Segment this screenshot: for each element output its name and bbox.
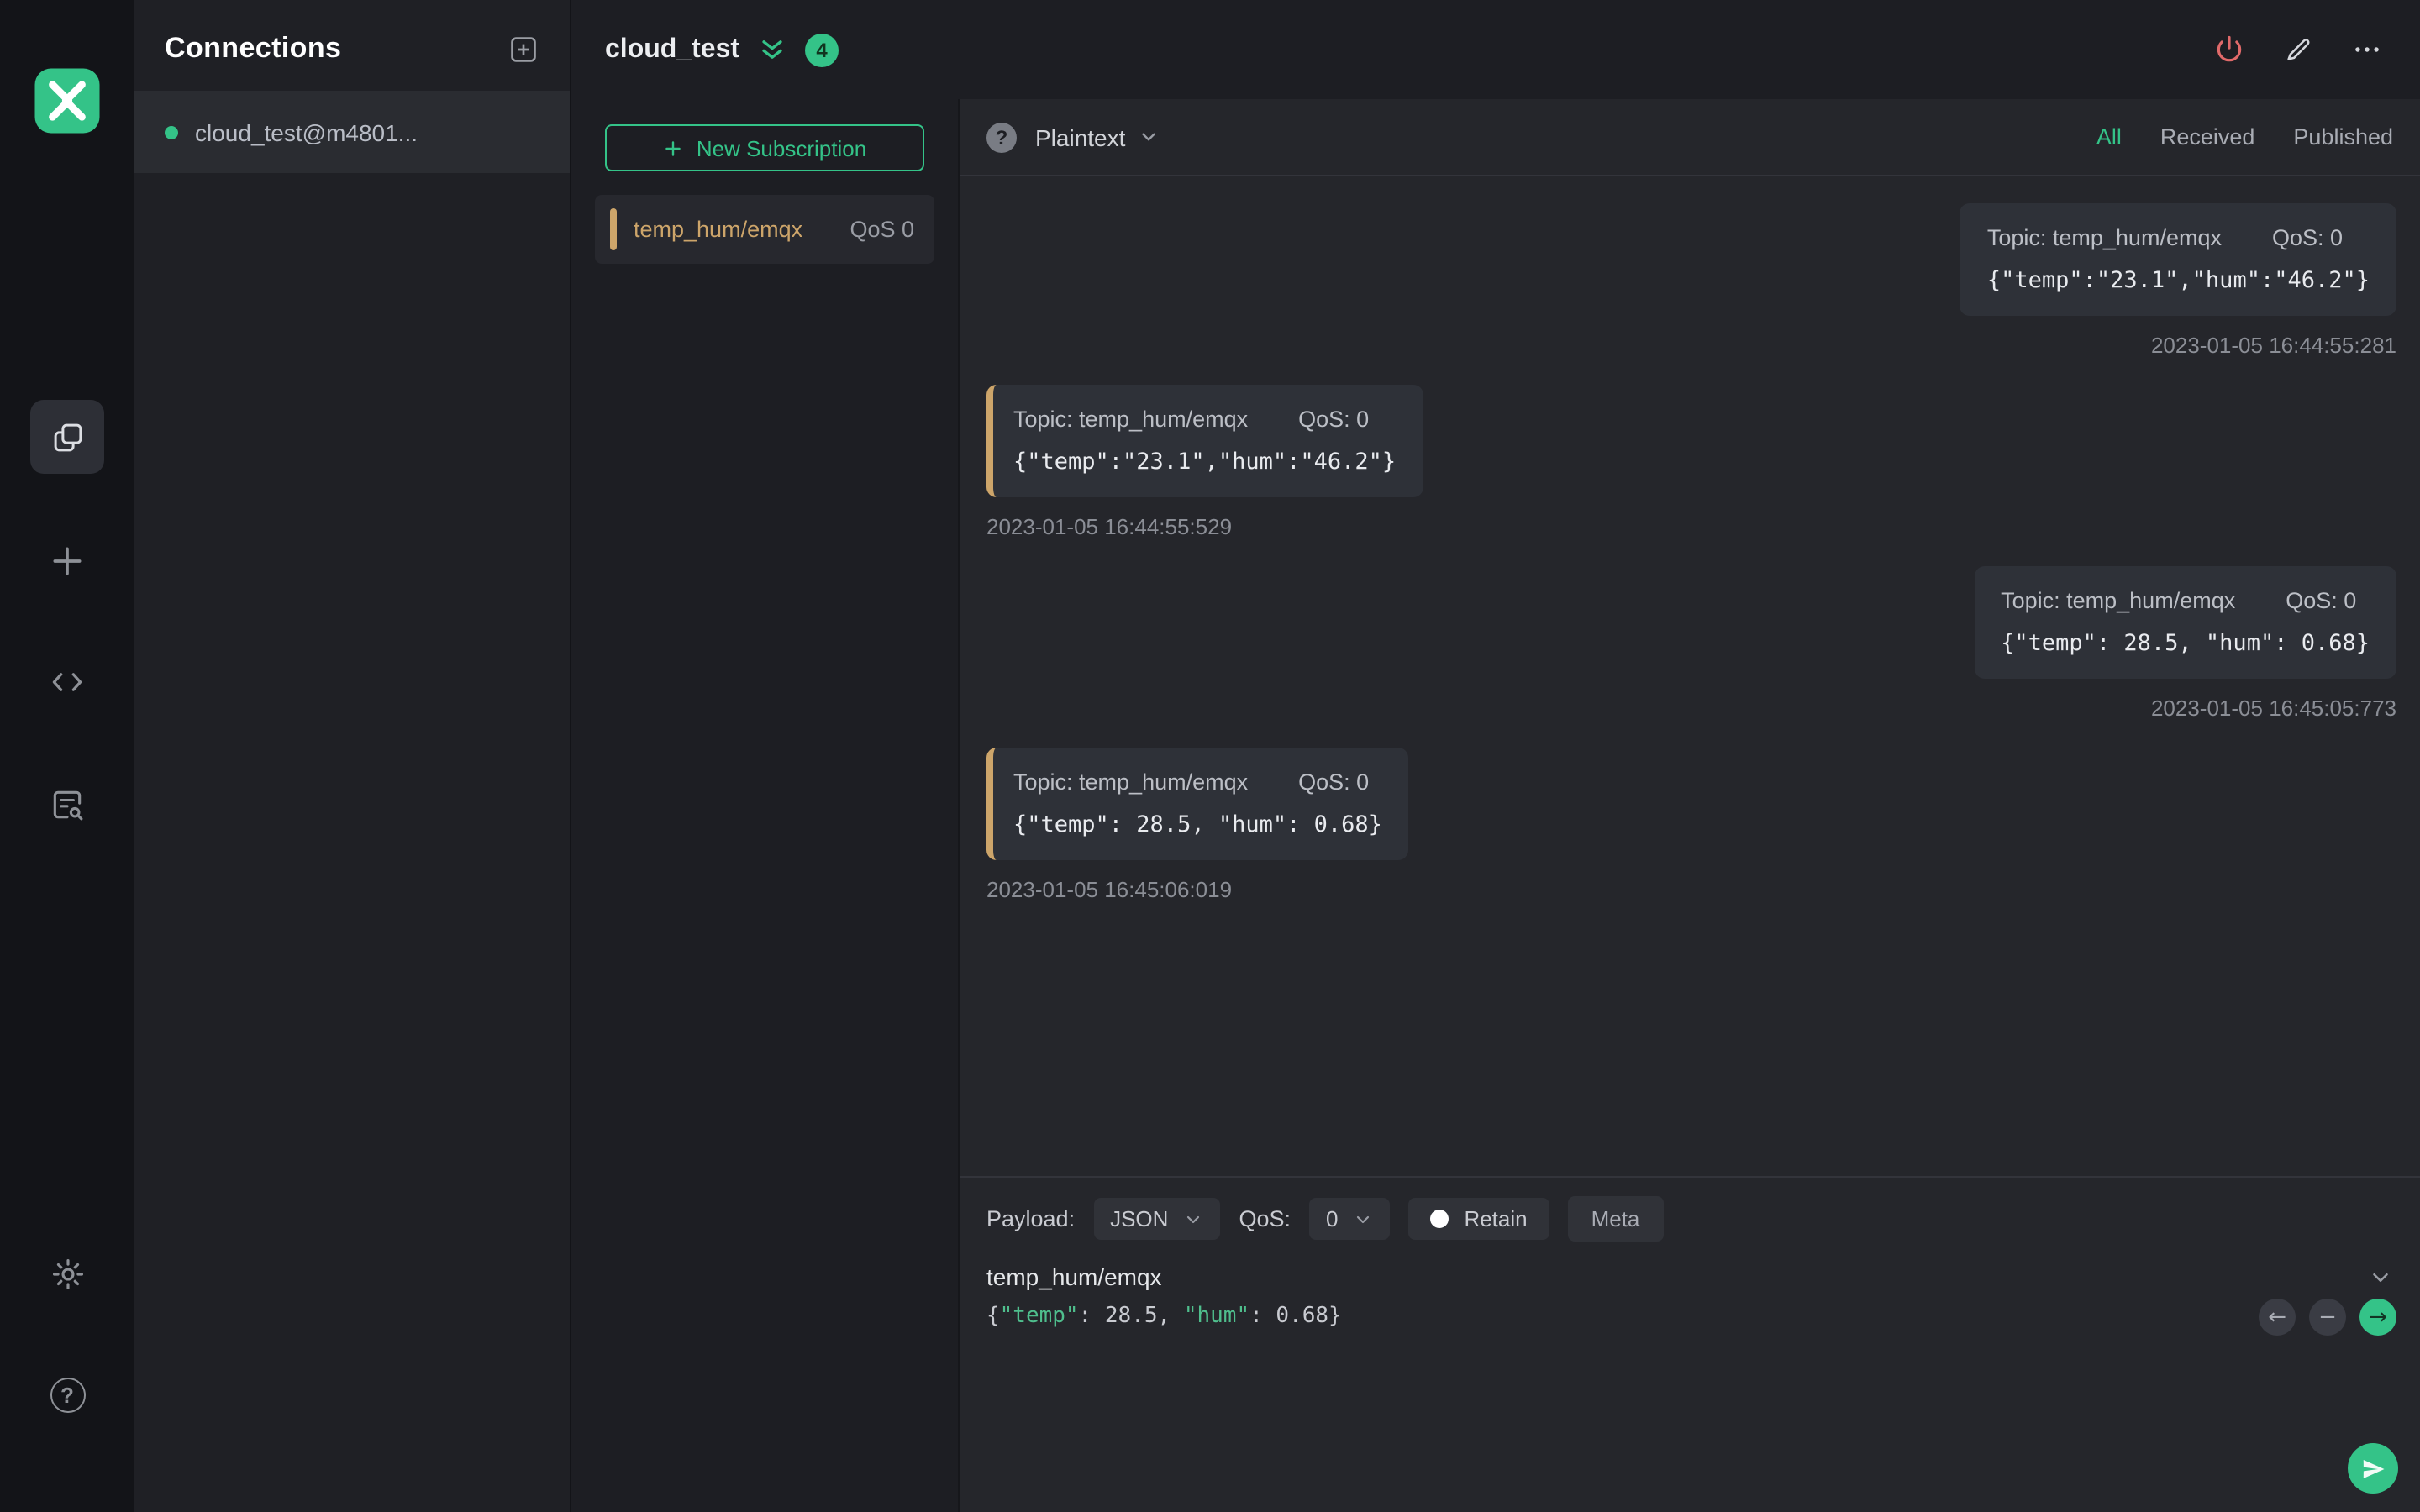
connection-name: cloud_test@m4801...	[195, 118, 418, 145]
icon-rail: ?	[0, 0, 134, 1512]
publish-toolbar: Payload: JSON QoS: 0 Retain Meta	[986, 1178, 2393, 1242]
retain-toggle[interactable]: Retain	[1408, 1198, 1549, 1240]
nav-help[interactable]: ?	[0, 1374, 134, 1415]
publish-panel: Payload: JSON QoS: 0 Retain Meta temp_hu…	[960, 1176, 2420, 1512]
send-button[interactable]	[2348, 1443, 2398, 1494]
disconnect-button[interactable]	[2213, 34, 2245, 66]
message-received: Topic: temp_hum/emqx QoS: 0 {"temp": 28.5,…	[986, 748, 2396, 902]
plus-icon	[53, 547, 82, 575]
message-published: Topic: temp_hum/emqx QoS: 0 {"temp":"23.1"…	[986, 203, 2396, 358]
message-qos: QoS: 0	[1298, 407, 1370, 432]
message-bubble[interactable]: Topic: temp_hum/emqx QoS: 0 {"temp": 28.5,…	[986, 748, 1409, 860]
message-timestamp: 2023-01-05 16:44:55:529	[986, 514, 1233, 539]
connection-item[interactable]: cloud_test@m4801...	[134, 91, 570, 173]
subscription-color-bar	[610, 208, 617, 250]
connection-header: cloud_test 4	[571, 0, 2420, 99]
messages-area: ? Plaintext All Received Published Topic: …	[960, 99, 2420, 1512]
connections-title: Connections	[165, 32, 342, 64]
nav-log[interactable]	[0, 785, 134, 825]
connection-list: cloud_test@m4801...	[134, 91, 570, 173]
connections-panel: Connections cloud_test@m4801...	[134, 0, 571, 1512]
message-topic: Topic: temp_hum/emqx	[1013, 407, 1249, 432]
payload-editor-content[interactable]: {"temp": 28.5, "hum": 0.68}	[986, 1304, 2393, 1329]
history-prev-button[interactable]: ←	[2259, 1299, 2296, 1336]
settings-gear-icon	[51, 1257, 83, 1289]
main-panel: cloud_test 4 New Subscription temp_hum/e…	[571, 0, 2420, 1512]
add-connection-button[interactable]	[508, 33, 539, 65]
power-icon	[2217, 35, 2242, 62]
subscription-qos: QoS 0	[850, 217, 914, 242]
retain-dot-icon	[1430, 1210, 1449, 1228]
collapse-editor-chevron-icon[interactable]	[2368, 1264, 2393, 1289]
message-bubble[interactable]: Topic: temp_hum/emqx QoS: 0 {"temp":"23.1"…	[986, 385, 1423, 497]
message-qos: QoS: 0	[2271, 225, 2344, 250]
message-payload: {"temp": 28.5, "hum": 0.68}	[1013, 811, 1382, 838]
message-qos: QoS: 0	[1298, 769, 1370, 795]
subscriptions-column: New Subscription temp_hum/emqx QoS 0	[571, 99, 960, 1512]
qos-select[interactable]: 0	[1308, 1198, 1391, 1240]
subscription-list: temp_hum/emqx QoS 0	[571, 195, 958, 264]
chevron-down-icon	[1137, 126, 1159, 148]
mqttx-x-logo	[34, 68, 100, 134]
plus-square-icon	[511, 36, 536, 61]
chevron-down-icon	[1353, 1209, 1373, 1229]
message-filters: All Received Published	[2096, 124, 2393, 150]
new-subscription-button[interactable]: New Subscription	[605, 124, 924, 171]
app-logo	[0, 64, 134, 138]
chevron-down-icon	[1183, 1209, 1203, 1229]
messages-toolbar: ? Plaintext All Received Published	[960, 99, 2420, 176]
message-count-badge: 4	[805, 33, 839, 66]
message-list: Topic: temp_hum/emqx QoS: 0 {"temp":"23.1"…	[960, 176, 2420, 1176]
edit-connection-button[interactable]	[2284, 35, 2312, 64]
payload-history-controls: ← − →	[2259, 1299, 2396, 1336]
nav-script[interactable]	[0, 662, 134, 702]
payload-format-dropdown[interactable]: Plaintext	[1035, 123, 1159, 150]
message-topic: Topic: temp_hum/emqx	[2001, 588, 2236, 613]
payload-label: Payload:	[986, 1206, 1076, 1231]
paper-plane-icon	[2362, 1459, 2384, 1478]
mqttx-window: ? Connections cloud_test@m4801... cloud_…	[0, 0, 2420, 1512]
meta-button[interactable]: Meta	[1567, 1196, 1664, 1242]
message-timestamp: 2023-01-05 16:45:05:773	[2150, 696, 2396, 721]
filter-received[interactable]: Received	[2160, 124, 2255, 150]
ellipsis-icon	[2355, 47, 2379, 52]
history-next-button[interactable]: →	[2360, 1299, 2396, 1336]
nav-connections[interactable]	[0, 400, 134, 474]
code-icon	[52, 673, 82, 691]
qos-label: QoS:	[1239, 1206, 1291, 1231]
connection-status-dot	[165, 125, 178, 139]
message-received: Topic: temp_hum/emqx QoS: 0 {"temp":"23.1"…	[986, 385, 2396, 539]
nav-settings[interactable]	[0, 1253, 134, 1294]
message-bubble[interactable]: Topic: temp_hum/emqx QoS: 0 {"temp": 28.5,…	[1974, 566, 2396, 679]
subscription-item[interactable]: temp_hum/emqx QoS 0	[595, 195, 934, 264]
nav-new-connection[interactable]	[0, 541, 134, 581]
plus-icon	[666, 140, 681, 155]
pencil-icon	[2287, 39, 2310, 60]
message-payload: {"temp":"23.1","hum":"46.2"}	[1013, 449, 1397, 475]
message-timestamp: 2023-01-05 16:44:55:281	[2150, 333, 2396, 358]
filter-all[interactable]: All	[2096, 124, 2122, 150]
collapse-panel-button[interactable]	[758, 35, 786, 64]
double-chevron-down-icon	[762, 40, 782, 59]
message-payload: {"temp":"23.1","hum":"46.2"}	[1986, 267, 2370, 294]
history-delete-button[interactable]: −	[2309, 1299, 2346, 1336]
connections-icon	[30, 400, 104, 474]
message-published: Topic: temp_hum/emqx QoS: 0 {"temp": 28.5,…	[986, 566, 2396, 721]
message-bubble[interactable]: Topic: temp_hum/emqx QoS: 0 {"temp":"23.1"…	[1960, 203, 2396, 316]
message-timestamp: 2023-01-05 16:45:06:019	[986, 877, 1233, 902]
payload-help-icon[interactable]: ?	[986, 122, 1017, 152]
topic-input[interactable]: temp_hum/emqx	[986, 1263, 1162, 1290]
message-qos: QoS: 0	[2286, 588, 2357, 613]
payload-format-select[interactable]: JSON	[1093, 1198, 1221, 1240]
subscription-topic: temp_hum/emqx	[634, 217, 803, 242]
more-options-button[interactable]	[2351, 34, 2383, 66]
filter-published[interactable]: Published	[2293, 124, 2393, 150]
log-icon	[53, 790, 83, 821]
message-topic: Topic: temp_hum/emqx	[1013, 769, 1249, 795]
connection-title: cloud_test	[605, 34, 740, 63]
message-payload: {"temp": 28.5, "hum": 0.68}	[2001, 630, 2370, 657]
help-icon: ?	[50, 1377, 85, 1412]
message-topic: Topic: temp_hum/emqx	[1986, 225, 2222, 250]
